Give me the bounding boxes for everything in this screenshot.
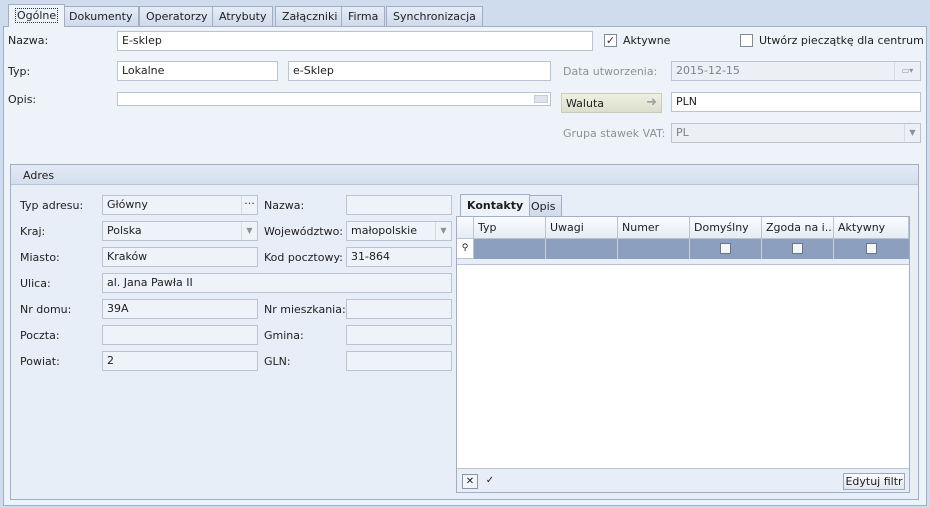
tab-dokumenty[interactable]: Dokumenty [62, 6, 140, 26]
nr-domu-label: Nr domu: [20, 303, 72, 316]
adres-nazwa-label: Nazwa: [264, 199, 305, 212]
wojewodztwo-value: małopolskie [351, 224, 418, 237]
opis-label: Opis: [8, 93, 37, 106]
powiat-label: Powiat: [20, 355, 60, 368]
column-header-domyslny[interactable]: Domyślny [690, 217, 762, 239]
nazwa-label: Nazwa: [8, 34, 49, 47]
column-header-zgoda[interactable]: Zgoda na i... [762, 217, 834, 239]
kraj-label: Kraj: [20, 225, 46, 238]
apply-filter-icon[interactable]: ✓ [482, 474, 498, 489]
kod-pocztowy-field[interactable]: 31-864 [346, 247, 452, 267]
calendar-icon[interactable]: ▭▾ [894, 62, 920, 80]
table-row[interactable]: ⚲ [457, 239, 909, 259]
kraj-select[interactable]: Polska ▼ [102, 221, 258, 241]
powiat-field[interactable]: 2 [102, 351, 258, 371]
domyslny-checkbox[interactable] [720, 243, 731, 254]
typ-detail-field[interactable]: e-Sklep [288, 61, 551, 81]
waluta-button-label: Waluta [566, 97, 604, 110]
gmina-label: Gmina: [264, 329, 304, 342]
pieczatka-label: Utwórz pieczątkę dla centrum [759, 34, 924, 47]
tab-zalaczniki[interactable]: Załączniki [275, 6, 345, 26]
column-header-numer[interactable]: Numer [618, 217, 690, 239]
typ-field[interactable]: Lokalne [117, 61, 278, 81]
gln-label: GLN: [264, 355, 291, 368]
aktywne-checkbox[interactable]: ✓ [604, 34, 617, 47]
typ-adresu-field[interactable]: Główny ··· [102, 195, 258, 215]
grid-row-separator [457, 259, 909, 265]
opis-scroll-handle[interactable] [534, 95, 548, 103]
poczta-label: Poczta: [20, 329, 60, 342]
cell-domyslny[interactable] [690, 239, 762, 259]
tab-firma[interactable]: Firma [341, 6, 386, 26]
waluta-button[interactable]: Waluta ➜ [561, 93, 662, 113]
adres-title: Adres [23, 169, 55, 182]
grupa-vat-value: PL [676, 126, 689, 139]
cell-numer[interactable] [618, 239, 690, 259]
adres-nazwa-field[interactable] [346, 195, 452, 215]
tab-kontakty[interactable]: Kontakty [460, 194, 531, 216]
ulica-label: Ulica: [20, 277, 51, 290]
typ-adresu-label: Typ adresu: [20, 199, 84, 212]
data-utworzenia-value: 2015-12-15 [676, 64, 740, 77]
column-header-typ[interactable]: Typ [474, 217, 546, 239]
tab-synchronizacja[interactable]: Synchronizacja [386, 6, 483, 26]
column-header-aktywny[interactable]: Aktywny [834, 217, 909, 239]
grid-footer: ✕ ✓ Edytuj filtr [457, 468, 909, 492]
more-icon[interactable]: ··· [241, 196, 257, 214]
chevron-down-icon[interactable]: ▼ [241, 222, 257, 240]
adres-group-header: Adres [11, 165, 918, 185]
grupa-vat-label: Grupa stawek VAT: [563, 127, 666, 140]
waluta-field[interactable]: PLN [671, 92, 921, 112]
data-utworzenia-field[interactable]: 2015-12-15 ▭▾ [671, 61, 921, 81]
chevron-down-icon[interactable]: ▼ [435, 222, 451, 240]
ulica-field[interactable]: al. Jana Pawła II [102, 273, 452, 293]
miasto-field[interactable]: Kraków [102, 247, 258, 267]
data-utworzenia-label: Data utworzenia: [563, 65, 658, 78]
aktywny-checkbox[interactable] [866, 243, 877, 254]
kraj-value: Polska [107, 224, 142, 237]
pieczatka-checkbox[interactable] [740, 34, 753, 47]
tab-ogolne[interactable]: Ogólne [8, 4, 66, 27]
tab-atrybuty[interactable]: Atrybuty [212, 6, 274, 26]
zgoda-checkbox[interactable] [792, 243, 803, 254]
grupa-vat-select[interactable]: PL ▼ [671, 123, 921, 143]
typ-adresu-value: Główny [107, 198, 148, 211]
kontakty-grid[interactable]: Typ Uwagi Numer Domyślny Zgoda na i... A… [456, 216, 910, 493]
edit-filter-button[interactable]: Edytuj filtr [843, 473, 905, 490]
tab-operatorzy[interactable]: Operatorzy [139, 6, 215, 26]
chevron-down-icon[interactable]: ▼ [904, 124, 920, 142]
cell-zgoda[interactable] [762, 239, 834, 259]
kod-pocztowy-label: Kod pocztowy: [264, 251, 343, 264]
gln-field[interactable] [346, 351, 452, 371]
wojewodztwo-label: Województwo: [264, 225, 344, 238]
cell-aktywny[interactable] [834, 239, 909, 259]
grid-indicator-header [457, 217, 474, 239]
nr-mieszkania-label: Nr mieszkania: [264, 303, 346, 316]
typ-label: Typ: [8, 65, 31, 78]
arrow-right-icon: ➜ [646, 95, 657, 110]
nr-mieszkania-field[interactable] [346, 299, 452, 319]
filter-pin-icon: ⚲ [457, 239, 474, 259]
cell-typ[interactable] [474, 239, 546, 259]
cell-uwagi[interactable] [546, 239, 618, 259]
miasto-label: Miasto: [20, 251, 60, 264]
column-header-uwagi[interactable]: Uwagi [546, 217, 618, 239]
clear-filter-icon[interactable]: ✕ [462, 474, 478, 489]
nazwa-field[interactable]: E-sklep [117, 31, 593, 51]
poczta-field[interactable] [102, 325, 258, 345]
wojewodztwo-select[interactable]: małopolskie ▼ [346, 221, 452, 241]
opis-field[interactable] [117, 92, 551, 106]
gmina-field[interactable] [346, 325, 452, 345]
nr-domu-field[interactable]: 39A [102, 299, 258, 319]
aktywne-label: Aktywne [623, 34, 671, 47]
